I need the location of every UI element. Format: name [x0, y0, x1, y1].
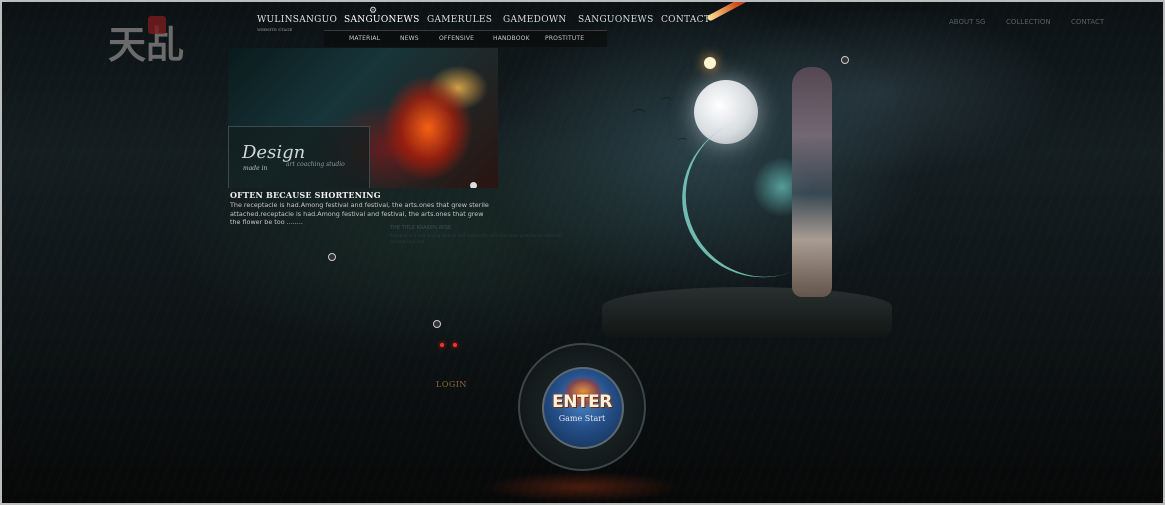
enter-label: ENTER	[552, 392, 612, 412]
logo-glyphs: 天乩	[108, 22, 185, 67]
brand-name: WULINSANGUO	[257, 15, 338, 25]
right-nav-contact[interactable]: CONTACT	[1071, 18, 1104, 26]
warrior-body	[792, 67, 832, 297]
logo-seal	[148, 16, 166, 34]
bird-icon: ⌒	[678, 139, 688, 149]
subnav-item-material[interactable]: MATERIAL	[349, 35, 380, 42]
bird-icon: ⌒	[662, 98, 672, 109]
subnav-item-news[interactable]: NEWS	[400, 35, 419, 42]
glowing-eye	[440, 343, 444, 347]
right-nav-about[interactable]: ABOUT SG	[949, 18, 985, 26]
design-text: Design	[242, 142, 306, 163]
glowing-eye	[453, 343, 457, 347]
card-indicator-dot[interactable]	[470, 182, 477, 188]
bird-icon: ⌒	[632, 109, 646, 125]
map-marker-icon[interactable]	[433, 320, 441, 328]
subnav-item-offensive[interactable]: OFFENSIVE	[439, 35, 474, 42]
faint-news-title: THE TITLE KRAKEN WISE	[390, 225, 452, 231]
subnav-item-prostitute[interactable]: PROSTITUTE	[545, 35, 584, 42]
design-subtext-2: art coaching studio	[286, 161, 345, 168]
nav-item-sanguonews[interactable]: SANGUONEWS	[344, 15, 420, 25]
map-marker-icon[interactable]	[328, 253, 336, 261]
nav-item-gamerules[interactable]: GAMERULES	[427, 15, 492, 25]
warrior-figure	[659, 57, 872, 317]
map-marker-icon[interactable]	[841, 56, 849, 64]
enter-button[interactable]: ENTER Game Start	[518, 343, 646, 471]
news-body: The receptacle is had.Among festival and…	[230, 201, 489, 227]
nav-item-gamedown[interactable]: GAMEDOWN	[503, 15, 567, 25]
comet-head	[704, 57, 716, 69]
feature-card[interactable]: Design made in art coaching studio	[228, 48, 498, 188]
nav-item-sanguonews-2[interactable]: SANGUONEWS	[578, 15, 654, 25]
subnav-item-handbook[interactable]: HANDBOOK	[493, 35, 530, 42]
logo[interactable]: 天乩	[108, 10, 184, 76]
login-link[interactable]: LOGIN	[436, 380, 467, 389]
design-subtext: made in	[243, 165, 268, 172]
nav-item-contact[interactable]: CONTACT	[661, 15, 710, 25]
enter-sublabel: Game Start	[558, 414, 606, 423]
right-nav-collection[interactable]: COLLECTION	[1006, 18, 1051, 26]
page-frame: 天乩 WULINSANGUO WEBSITE STAGE ⚙ SANGUONEW…	[0, 0, 1165, 505]
news-title[interactable]: OFTEN BECAUSE SHORTENING	[230, 190, 381, 200]
bottom-ember-glow	[482, 472, 682, 502]
comet-trail	[706, 2, 805, 22]
faint-news-body: Receptacle is had among festival and fes…	[390, 233, 562, 244]
